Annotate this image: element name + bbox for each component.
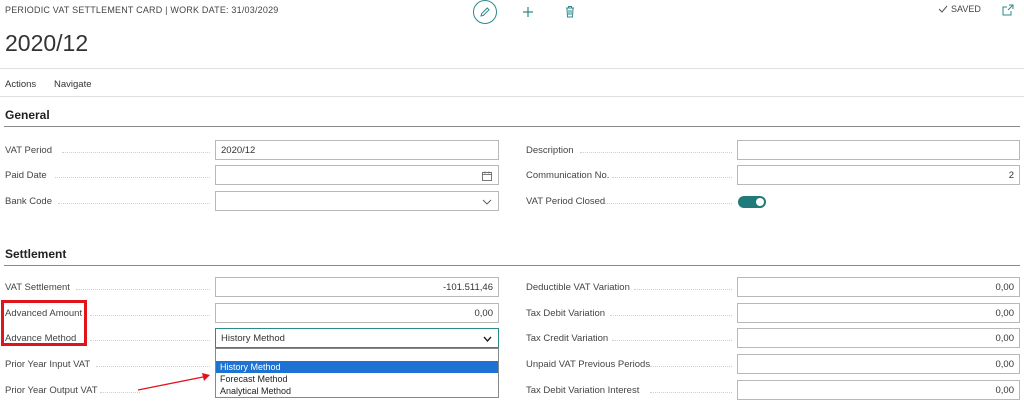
calendar-icon[interactable] [482,171,492,181]
communication-label: Communication No. [526,169,610,181]
leader-dots [605,202,732,204]
add-button[interactable] [520,4,536,20]
menu-navigate[interactable]: Navigate [54,79,92,90]
menu-actions[interactable]: Actions [5,79,36,90]
tax-debit-variation-label: Tax Debit Variation [526,307,606,319]
leader-dots [76,288,210,290]
popout-button[interactable] [1002,4,1014,19]
general-section-line [4,126,1020,127]
deductible-vat-variation-label: Deductible VAT Variation [526,281,630,293]
description-label: Description [526,144,574,156]
paid-date-field[interactable] [215,165,499,185]
advance-method-select[interactable]: History Method [215,328,499,348]
leader-dots [612,339,732,341]
leader-dots [580,151,732,153]
dropdown-option-analytical[interactable]: Analytical Method [216,385,498,397]
settlement-section-title[interactable]: Settlement [5,247,66,261]
delete-icon [566,5,574,17]
saved-label: SAVED [951,4,981,14]
dropdown-option-forecast[interactable]: Forecast Method [216,373,498,385]
page-title: 2020/12 [5,30,89,56]
saved-status: SAVED [938,4,981,14]
description-field[interactable] [737,140,1020,160]
vat-period-field[interactable]: 2020/12 [215,140,499,160]
settlement-section-line [4,265,1020,266]
leader-dots [58,202,210,204]
edit-icon [480,7,490,17]
communication-field[interactable]: 2 [737,165,1020,185]
add-icon [523,7,533,17]
leader-dots [90,339,210,341]
breadcrumb: PERIODIC VAT SETTLEMENT CARD | WORK DATE… [5,5,279,15]
bank-code-select[interactable] [215,191,499,211]
highlight-box [1,300,87,346]
leader-dots [55,176,210,178]
popout-icon [1002,4,1014,16]
tax-debit-variation-interest-field[interactable]: 0,00 [737,380,1020,400]
advance-method-dropdown[interactable]: History Method Forecast Method Analytica… [215,348,499,398]
vat-period-closed-label: VAT Period Closed [526,195,606,207]
unpaid-vat-previous-periods-label: Unpaid VAT Previous Periods [526,358,651,370]
tax-credit-variation-label: Tax Credit Variation [526,332,609,344]
vat-period-closed-toggle[interactable] [738,196,766,208]
tax-debit-variation-interest-label: Tax Debit Variation Interest [526,384,640,396]
vat-settlement-label: VAT Settlement [5,281,70,293]
deductible-vat-variation-field[interactable]: 0,00 [737,277,1020,297]
edit-button[interactable] [473,0,497,24]
leader-dots [650,391,732,393]
leader-dots [62,151,210,153]
dropdown-option-history[interactable]: History Method [216,361,498,373]
advanced-amount-field[interactable]: 0,00 [215,303,499,323]
leader-dots [650,365,732,367]
tax-credit-variation-field[interactable]: 0,00 [737,328,1020,348]
annotation-arrow [137,373,210,391]
dropdown-option-blank[interactable] [216,349,498,361]
advance-method-value: History Method [221,332,285,344]
tax-debit-variation-field[interactable]: 0,00 [737,303,1020,323]
vat-period-label: VAT Period [5,144,52,156]
leader-dots [612,176,732,178]
prior-year-output-vat-label: Prior Year Output VAT [5,384,98,396]
general-section-title[interactable]: General [5,108,50,122]
chevron-down-icon [482,199,492,205]
menu-divider [0,96,1024,97]
leader-dots [634,288,732,290]
bank-code-label: Bank Code [5,195,53,207]
delete-button[interactable] [562,3,578,19]
leader-dots [96,365,210,367]
chevron-down-icon [483,336,492,342]
checkmark-icon [938,5,948,13]
prior-year-input-vat-label: Prior Year Input VAT [5,358,91,370]
leader-dots [90,314,210,316]
leader-dots [610,314,732,316]
header-divider [0,68,1024,69]
vat-settlement-field[interactable]: -101.511,46 [215,277,499,297]
unpaid-vat-previous-periods-field[interactable]: 0,00 [737,354,1020,374]
paid-date-label: Paid Date [5,169,47,181]
